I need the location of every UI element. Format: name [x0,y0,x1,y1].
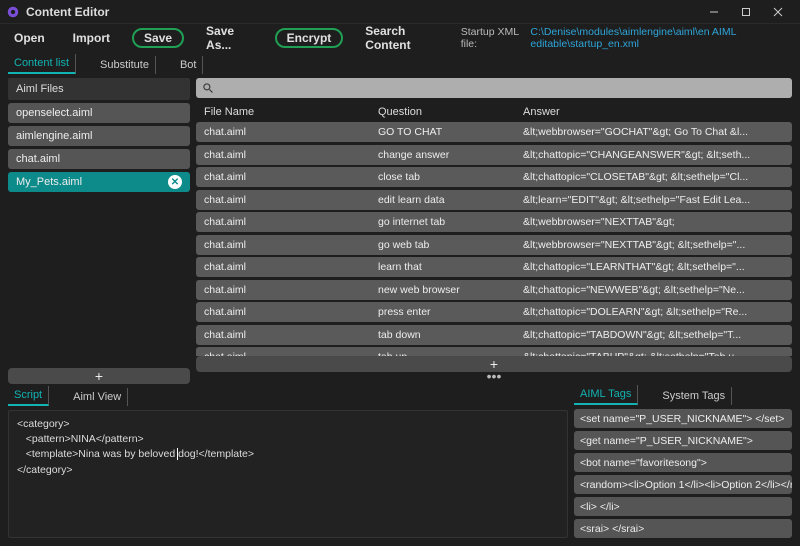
cell-question: tab down [378,329,523,341]
title-bar: Content Editor [0,0,800,24]
table-row[interactable]: chat.aimlgo internet tab&lt;webbrowser="… [196,212,792,232]
tag-snippet[interactable]: <srai> </srai> [574,519,792,538]
cell-question: new web browser [378,284,523,296]
cell-question: GO TO CHAT [378,126,523,138]
table-row[interactable]: chat.aimltab down&lt;chattopic="TABDOWN"… [196,325,792,345]
col-file[interactable]: File Name [204,106,378,118]
cell-answer: &lt;chattopic="DOLEARN"&gt; &lt;sethelp=… [523,306,784,318]
aiml-files-panel: Aiml Files openselect.aiml aimlengine.aim… [8,78,190,384]
tag-snippet[interactable]: <random><li>Option 1</li><li>Option 2</l… [574,475,792,494]
table-row[interactable]: chat.aimltab up&lt;chattopic="TABUP"&gt;… [196,347,792,356]
app-logo-icon [6,5,20,19]
cell-answer: &lt;chattopic="CHANGEANSWER"&gt; &lt;set… [523,149,784,161]
tag-snippet[interactable]: <get name="P_USER_NICKNAME"> [574,431,792,450]
table-row[interactable]: chat.aimledit learn data&lt;learn="EDIT"… [196,190,792,210]
tag-snippet[interactable]: <li> </li> [574,497,792,516]
tab-content-list[interactable]: Content list [8,54,76,74]
tab-substitute[interactable]: Substitute [94,56,156,74]
cell-question: press enter [378,306,523,318]
table-row[interactable]: chat.aimlnew web browser&lt;chattopic="N… [196,280,792,300]
table-header: File Name Question Answer [196,102,792,122]
cell-file: chat.aiml [204,171,378,183]
cell-file: chat.aiml [204,194,378,206]
table-row[interactable]: chat.aimllearn that&lt;chattopic="LEARNT… [196,257,792,277]
table-row[interactable]: chat.aimlclose tab&lt;chattopic="CLOSETA… [196,167,792,187]
add-file-button[interactable]: + [8,368,190,384]
tag-snippet-list: <set name="P_USER_NICKNAME"> </set> <get … [574,409,792,538]
close-window-button[interactable] [762,0,794,23]
cell-file: chat.aiml [204,239,378,251]
aiml-file-label: aimlengine.aiml [16,130,92,142]
tab-aiml-tags[interactable]: AIML Tags [574,385,638,405]
cell-answer: &lt;chattopic="TABDOWN"&gt; &lt;sethelp=… [523,329,784,341]
cell-file: chat.aiml [204,216,378,228]
cell-answer: &lt;webbrowser="NEXTTAB"&gt; [523,216,784,228]
aiml-file-item[interactable]: openselect.aiml [8,103,190,123]
table-row[interactable]: chat.aimlchange answer&lt;chattopic="CHA… [196,145,792,165]
cell-file: chat.aiml [204,261,378,273]
aiml-files-header: Aiml Files [8,78,190,100]
resize-handle-icon[interactable]: ••• [196,372,792,384]
encrypt-button[interactable]: Encrypt [275,28,344,48]
tags-tabs: AIML Tags System Tags [574,384,792,405]
aiml-file-item[interactable]: My_Pets.aiml ✕ [8,172,190,192]
content-table-panel: File Name Question Answer chat.aimlGO TO… [196,78,792,384]
cell-answer: &lt;learn="EDIT"&gt; &lt;sethelp="Fast E… [523,194,784,206]
cell-file: chat.aiml [204,149,378,161]
aiml-file-item[interactable]: aimlengine.aiml [8,126,190,146]
tab-script[interactable]: Script [8,386,49,406]
cell-answer: &lt;webbrowser="NEXTTAB"&gt; &lt;sethelp… [523,239,784,251]
script-editor[interactable]: <category> <pattern>NINA</pattern> <temp… [8,410,568,538]
text-cursor [177,448,178,460]
aiml-file-item[interactable]: chat.aiml [8,149,190,169]
cell-answer: &lt;chattopic="NEWWEB"&gt; &lt;sethelp="… [523,284,784,296]
save-button[interactable]: Save [132,28,184,48]
table-row[interactable]: chat.aimlpress enter&lt;chattopic="DOLEA… [196,302,792,322]
cell-question: change answer [378,149,523,161]
save-as-button[interactable]: Save As... [200,22,259,54]
tag-snippet[interactable]: <bot name="favoritesong"> [574,453,792,472]
window-title: Content Editor [26,5,698,19]
cell-file: chat.aiml [204,126,378,138]
cell-question: close tab [378,171,523,183]
table-search-input[interactable] [196,78,792,98]
cell-file: chat.aiml [204,306,378,318]
aiml-file-label: My_Pets.aiml [16,176,82,188]
search-content-button[interactable]: Search Content [359,22,444,54]
cell-question: edit learn data [378,194,523,206]
cell-file: chat.aiml [204,284,378,296]
table-row[interactable]: chat.aimlgo web tab&lt;webbrowser="NEXTT… [196,235,792,255]
search-icon [202,82,214,94]
maximize-button[interactable] [730,0,762,23]
open-button[interactable]: Open [8,29,51,47]
main-toolbar: Open Import Save Save As... Encrypt Sear… [0,24,800,52]
tag-snippet[interactable]: <set name="P_USER_NICKNAME"> </set> [574,409,792,428]
aiml-file-label: openselect.aiml [16,107,92,119]
tab-bot[interactable]: Bot [174,56,204,74]
script-tabs: Script Aiml View [8,384,568,406]
tab-system-tags[interactable]: System Tags [656,387,732,405]
col-answer[interactable]: Answer [523,106,784,118]
cell-answer: &lt;webbrowser="GOCHAT"&gt; Go To Chat &… [523,126,784,138]
close-icon[interactable]: ✕ [168,175,182,189]
col-question[interactable]: Question [378,106,523,118]
table-row[interactable]: chat.aimlGO TO CHAT&lt;webbrowser="GOCHA… [196,122,792,142]
cell-question: learn that [378,261,523,273]
startup-file-link[interactable]: C:\Denise\modules\aimlengine\aiml\en AIM… [530,26,792,50]
import-button[interactable]: Import [67,29,116,47]
aiml-file-label: chat.aiml [16,153,60,165]
startup-file-label: Startup XML file: [461,26,525,50]
cell-answer: &lt;chattopic="CLOSETAB"&gt; &lt;sethelp… [523,171,784,183]
cell-question: go internet tab [378,216,523,228]
minimize-button[interactable] [698,0,730,23]
cell-question: go web tab [378,239,523,251]
cell-file: chat.aiml [204,329,378,341]
tab-aiml-view[interactable]: Aiml View [67,388,128,406]
panel-tabs: Content list Substitute Bot [0,52,800,74]
cell-answer: &lt;chattopic="LEARNTHAT"&gt; &lt;sethel… [523,261,784,273]
